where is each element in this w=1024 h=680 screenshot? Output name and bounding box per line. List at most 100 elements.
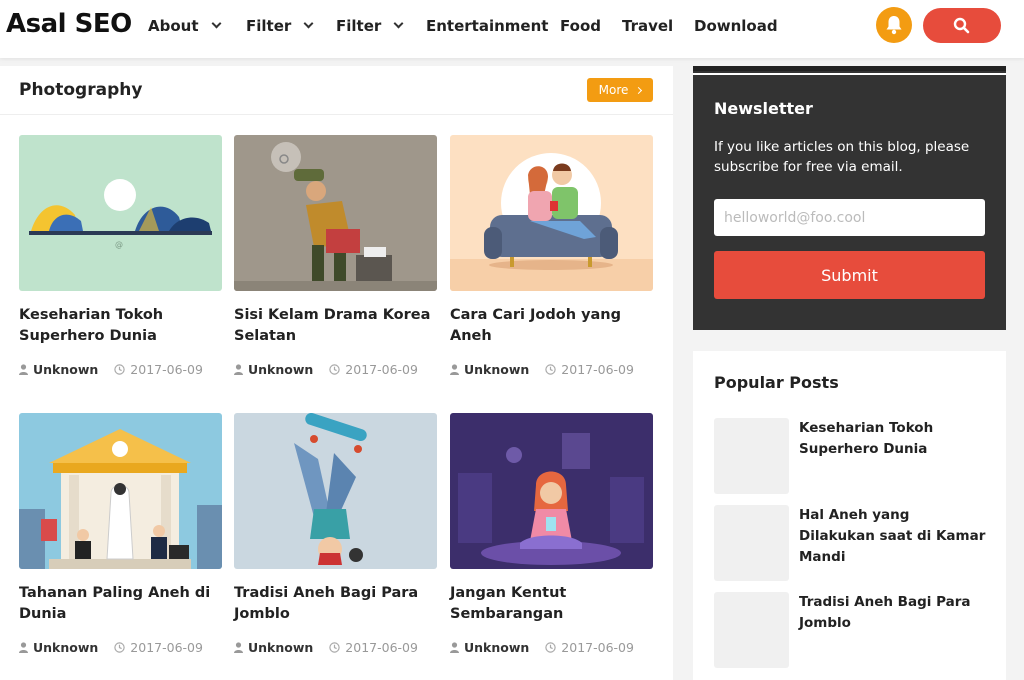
nav-item-label: Entertainment bbox=[426, 17, 549, 35]
date-text: 2017-06-09 bbox=[130, 640, 203, 655]
post-date: 2017-06-09 bbox=[329, 640, 418, 655]
nav-item-filter-2[interactable]: Filter bbox=[336, 17, 404, 35]
author-name: Unknown bbox=[33, 640, 99, 655]
post-title[interactable]: Sisi Kelam Drama Korea Selatan bbox=[234, 305, 437, 347]
section-title: Photography bbox=[19, 80, 143, 100]
popular-post-item[interactable]: Hal Aneh yang Dilakukan saat di Kamar Ma… bbox=[714, 505, 994, 581]
post-card: Sisi Kelam Drama Korea Selatan Unknown 2… bbox=[234, 135, 437, 377]
post-meta: Unknown 2017-06-09 bbox=[450, 640, 653, 655]
nav-item-food[interactable]: Food bbox=[560, 17, 601, 35]
author-name: Unknown bbox=[464, 640, 530, 655]
site-header: Asal SEO About Filter Filter Entertainme… bbox=[0, 0, 1024, 58]
post-title[interactable]: Keseharian Tokoh Superhero Dunia bbox=[19, 305, 222, 347]
post-thumbnail[interactable] bbox=[234, 413, 437, 569]
newsletter-title: Newsletter bbox=[714, 99, 813, 118]
post-card: @ Keseharian Tokoh Superhero Dunia Unkno… bbox=[19, 135, 222, 377]
post-date: 2017-06-09 bbox=[114, 362, 203, 377]
more-button-label: More bbox=[598, 83, 629, 97]
submit-button[interactable]: Submit bbox=[714, 251, 985, 299]
date-text: 2017-06-09 bbox=[561, 362, 634, 377]
user-icon bbox=[234, 642, 243, 653]
popular-post-thumbnail[interactable] bbox=[714, 592, 789, 668]
clock-icon bbox=[329, 364, 340, 375]
popular-posts-widget: Popular Posts Keseharian Tokoh Superhero… bbox=[693, 351, 1006, 680]
nav-item-label: Filter bbox=[246, 17, 292, 35]
post-title[interactable]: Cara Cari Jodoh yang Aneh bbox=[450, 305, 653, 347]
date-text: 2017-06-09 bbox=[345, 640, 418, 655]
user-icon bbox=[450, 364, 459, 375]
post-author[interactable]: Unknown bbox=[234, 640, 313, 655]
post-title[interactable]: Tradisi Aneh Bagi Para Jomblo bbox=[234, 583, 437, 625]
post-date: 2017-06-09 bbox=[329, 362, 418, 377]
post-meta: Unknown 2017-06-09 bbox=[234, 640, 437, 655]
popular-post-thumbnail[interactable] bbox=[714, 505, 789, 581]
post-title[interactable]: Tahanan Paling Aneh di Dunia bbox=[19, 583, 222, 625]
post-thumbnail[interactable] bbox=[450, 135, 653, 291]
post-author[interactable]: Unknown bbox=[450, 362, 529, 377]
nav-item-travel[interactable]: Travel bbox=[622, 17, 673, 35]
author-name: Unknown bbox=[248, 640, 314, 655]
email-field[interactable] bbox=[714, 199, 985, 236]
post-meta: Unknown 2017-06-09 bbox=[450, 362, 653, 377]
post-meta: Unknown 2017-06-09 bbox=[19, 640, 222, 655]
search-button[interactable] bbox=[923, 8, 1001, 43]
chevron-down-icon bbox=[303, 18, 314, 29]
post-date: 2017-06-09 bbox=[545, 362, 634, 377]
post-author[interactable]: Unknown bbox=[19, 362, 98, 377]
newsletter-widget: Newsletter If you like articles on this … bbox=[693, 66, 1006, 330]
clock-icon bbox=[329, 642, 340, 653]
site-logo[interactable]: Asal SEO bbox=[6, 9, 132, 39]
more-button[interactable]: More bbox=[587, 78, 653, 102]
author-name: Unknown bbox=[248, 362, 314, 377]
section-divider bbox=[0, 114, 673, 115]
post-thumbnail[interactable] bbox=[450, 413, 653, 569]
popular-post-item[interactable]: Tradisi Aneh Bagi Para Jomblo bbox=[714, 592, 994, 668]
date-text: 2017-06-09 bbox=[561, 640, 634, 655]
user-icon bbox=[19, 364, 28, 375]
post-thumbnail[interactable] bbox=[19, 413, 222, 569]
post-title[interactable]: Jangan Kentut Sembarangan bbox=[450, 583, 653, 625]
post-card: Tahanan Paling Aneh di Dunia Unknown 201… bbox=[19, 413, 222, 655]
nav-item-label: Filter bbox=[336, 17, 382, 35]
nav-item-about[interactable]: About bbox=[148, 17, 221, 35]
popular-post-title[interactable]: Keseharian Tokoh Superhero Dunia bbox=[799, 418, 989, 460]
popular-post-thumbnail[interactable] bbox=[714, 418, 789, 494]
popular-post-item[interactable]: Keseharian Tokoh Superhero Dunia bbox=[714, 418, 994, 494]
post-card: Tradisi Aneh Bagi Para Jomblo Unknown 20… bbox=[234, 413, 437, 655]
popular-post-title[interactable]: Tradisi Aneh Bagi Para Jomblo bbox=[799, 592, 989, 634]
nav-item-download[interactable]: Download bbox=[694, 17, 778, 35]
nav-item-entertainment[interactable]: Entertainment bbox=[426, 17, 548, 35]
post-thumbnail[interactable]: @ bbox=[19, 135, 222, 291]
bell-icon bbox=[886, 16, 902, 35]
post-author[interactable]: Unknown bbox=[234, 362, 313, 377]
post-date: 2017-06-09 bbox=[545, 640, 634, 655]
clock-icon bbox=[114, 364, 125, 375]
user-icon bbox=[450, 642, 459, 653]
post-meta: Unknown 2017-06-09 bbox=[19, 362, 222, 377]
post-card: Jangan Kentut Sembarangan Unknown 2017-0… bbox=[450, 413, 653, 655]
popular-post-title[interactable]: Hal Aneh yang Dilakukan saat di Kamar Ma… bbox=[799, 505, 989, 568]
courthouse-illustration bbox=[19, 413, 222, 569]
chevron-down-icon bbox=[211, 18, 221, 29]
nav-item-filter-1[interactable]: Filter bbox=[246, 17, 314, 35]
nav-item-label: About bbox=[148, 17, 199, 35]
clock-icon bbox=[545, 364, 556, 375]
notification-button[interactable] bbox=[876, 7, 912, 43]
post-thumbnail[interactable] bbox=[234, 135, 437, 291]
nav-item-label: Travel bbox=[622, 17, 674, 35]
post-card: Cara Cari Jodoh yang Aneh Unknown 2017-0… bbox=[450, 135, 653, 377]
skater-illustration bbox=[234, 413, 437, 569]
popular-posts-title: Popular Posts bbox=[714, 373, 839, 392]
chevron-right-icon bbox=[635, 86, 643, 94]
post-author[interactable]: Unknown bbox=[450, 640, 529, 655]
newsletter-accent-line bbox=[693, 73, 1006, 75]
clock-icon bbox=[114, 642, 125, 653]
author-name: Unknown bbox=[33, 362, 99, 377]
newsletter-description: If you like articles on this blog, pleas… bbox=[714, 139, 970, 175]
search-icon bbox=[953, 17, 970, 34]
nav-item-label: Food bbox=[560, 17, 601, 35]
post-author[interactable]: Unknown bbox=[19, 640, 98, 655]
date-text: 2017-06-09 bbox=[130, 362, 203, 377]
date-text: 2017-06-09 bbox=[345, 362, 418, 377]
newsletter-topline bbox=[693, 66, 1006, 71]
